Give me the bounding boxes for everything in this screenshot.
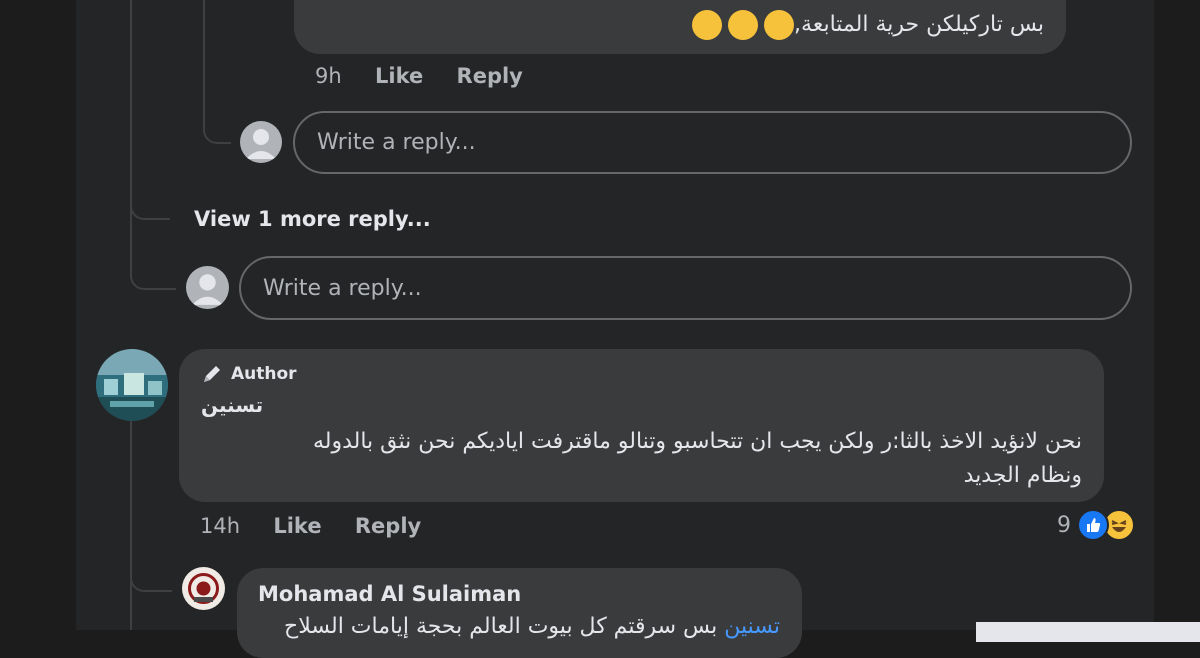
comment-text-line: بس سرقتم كل بيوت العالم بحجة إيامات السل…: [284, 614, 718, 639]
comment-text-line: ونظام الجديد: [963, 463, 1082, 488]
comment-text-nested: تسنين بس سرقتم كل بيوت العالم بحجة إياما…: [284, 614, 780, 639]
mention-link[interactable]: تسنين: [724, 614, 780, 639]
thread-branch-nested-reply-box: [203, 100, 231, 144]
reply-input-thread[interactable]: Write a reply...: [239, 256, 1132, 320]
comment-meta-author: 14h Like Reply: [200, 514, 421, 538]
comment-text-author: نحن لانؤيد الاخذ بالثا:ر ولكن يجب ان تتح…: [313, 425, 1082, 493]
reactions-count: 9: [1057, 512, 1071, 538]
comment-bubble-nested: Mohamad Al Sulaiman تسنين بس سرقتم كل بي…: [237, 568, 802, 658]
comment-text-line: نحن لانؤيد الاخذ بالثا:ر ولكن يجب ان تتح…: [312, 429, 1082, 454]
comment-time: 9h: [315, 64, 342, 88]
pen-icon: [201, 363, 225, 385]
user-avatar-icon: [186, 266, 229, 309]
commenter-name[interactable]: Mohamad Al Sulaiman: [258, 582, 521, 606]
like-button[interactable]: Like: [273, 514, 321, 538]
overlay-card: [976, 622, 1200, 642]
view-more-replies-link[interactable]: View 1 more reply...: [194, 207, 431, 231]
commenter-name[interactable]: تسنين: [201, 393, 263, 417]
author-avatar[interactable]: [96, 349, 168, 421]
grinning-face-with-sweat-icon: [692, 10, 723, 40]
commenter-avatar[interactable]: [182, 567, 225, 610]
reply-input-placeholder: Write a reply...: [263, 275, 422, 301]
author-badge-label: Author: [231, 364, 297, 384]
thread-branch-view-more: [130, 180, 170, 220]
author-badge: Author: [201, 363, 297, 385]
thread-line-author: [130, 420, 132, 630]
thread-branch-nested-reply: [130, 552, 172, 592]
like-button[interactable]: Like: [375, 64, 423, 88]
reply-button[interactable]: Reply: [457, 64, 523, 88]
reply-input-nested[interactable]: Write a reply...: [293, 111, 1132, 174]
comment-bubble-author: Author تسنين نحن لانؤيد الاخذ بالثا:ر ول…: [179, 349, 1104, 502]
grinning-face-with-sweat-icon: [728, 10, 759, 40]
thread-branch-reply-box: [130, 250, 176, 290]
comment-bubble-top: بس تاركيلكن حرية المتابعة,: [294, 0, 1066, 54]
comment-text-line: بس تاركيلكن حرية المتابعة,: [794, 12, 1044, 37]
comment-text-top: بس تاركيلكن حرية المتابعة,: [686, 10, 1044, 40]
reply-input-placeholder: Write a reply...: [317, 130, 476, 155]
like-icon: [1077, 509, 1109, 541]
reactions-summary[interactable]: 9: [1057, 509, 1135, 541]
thread-line-outer: [130, 0, 132, 268]
thread-line-inner: [203, 0, 205, 110]
reply-button[interactable]: Reply: [355, 514, 421, 538]
comment-meta-top: 9h Like Reply: [315, 64, 523, 88]
user-avatar-icon: [240, 121, 282, 163]
grinning-face-with-sweat-icon: [764, 10, 795, 40]
comment-time: 14h: [200, 514, 241, 538]
